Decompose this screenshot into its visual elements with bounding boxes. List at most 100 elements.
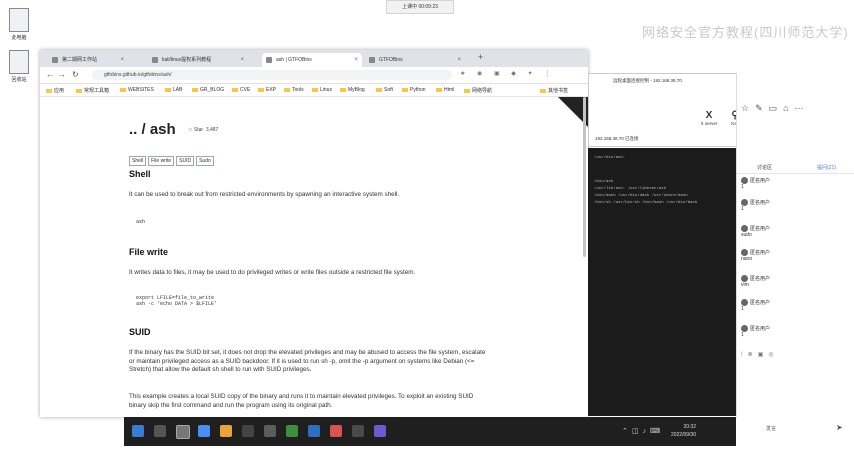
meeting-status[interactable]: 上课中 00:09:23 xyxy=(386,0,454,14)
tab-0[interactable]: 第二期网工作站 × xyxy=(48,53,128,67)
bookmark[interactable]: MyBlog xyxy=(340,87,365,93)
avatar xyxy=(741,177,748,185)
tab-1[interactable]: kali/linux提权系列教程 × xyxy=(148,53,248,67)
chat-message: 匿名用户 1 xyxy=(741,199,771,213)
pill-shell[interactable]: Shell xyxy=(129,156,147,166)
address-bar: ← → ↻ gtfobins.github.io/gtfobins/ash/ ★… xyxy=(40,67,588,84)
app-icon[interactable] xyxy=(286,425,298,437)
app-icon[interactable] xyxy=(352,425,364,437)
scrollbar[interactable] xyxy=(583,97,586,257)
url-field[interactable]: gtfobins.github.io/gtfobins/ash/ xyxy=(92,70,452,80)
chat-message: 匿名用户 nano xyxy=(741,249,771,263)
avatar xyxy=(741,249,748,257)
pill-file-write[interactable]: File write xyxy=(148,156,175,166)
close-icon[interactable]: × xyxy=(354,53,358,67)
section-text-suid: If the binary has the SUID bit set, it d… xyxy=(129,349,486,373)
start-icon[interactable] xyxy=(132,425,144,437)
app-icon[interactable] xyxy=(308,425,320,437)
new-tab-button[interactable]: + xyxy=(478,52,483,62)
tab-label: 第二期网工作站 xyxy=(62,57,98,63)
system-tray[interactable]: ⌃◫♪⌨ xyxy=(622,427,664,435)
search-icon[interactable] xyxy=(154,425,166,437)
desktop-icon-label: 回收站 xyxy=(11,77,27,83)
reload-icon[interactable]: ↻ xyxy=(72,70,79,79)
recycle-bin-icon xyxy=(9,50,29,74)
chat-message: 匿名用户 sudo xyxy=(741,225,771,239)
bookmark-other[interactable]: 其他书签 xyxy=(540,87,568,94)
section-text-file-write: It writes data to files, it may be used … xyxy=(129,269,416,276)
section-heading-suid: SUID xyxy=(129,327,151,337)
bookmark[interactable]: GR_BLOG xyxy=(192,87,224,93)
chat-message: 匿名用户 1 xyxy=(741,325,771,339)
bookmark[interactable]: Linux xyxy=(312,87,332,93)
bookmark[interactable]: 网络导航 xyxy=(464,87,492,94)
desktop-icon-computer[interactable]: 此电脑 xyxy=(4,8,34,41)
clock[interactable]: 20:32 2022/09/30 xyxy=(671,423,696,439)
chat-toolbar[interactable]: ☆✎▭⌂⋯ xyxy=(741,103,810,114)
terminal-line: /usr/bin/ash: xyxy=(594,156,626,160)
avatar xyxy=(741,299,748,307)
close-icon[interactable]: × xyxy=(457,53,461,67)
chat-input[interactable]: 发言 xyxy=(766,425,776,432)
avatar xyxy=(741,275,748,283)
folder-icon xyxy=(120,87,126,92)
bookmark[interactable]: EXP xyxy=(258,87,276,93)
remote-title: 远程桌面连接控制 - 192.168.38.70 xyxy=(613,78,682,83)
pill-sudo[interactable]: Sudo xyxy=(196,156,214,166)
back-icon[interactable]: ← xyxy=(46,70,54,79)
terminal-window[interactable]: /usr/bin/ash: /bin/ash /usr/lib/ash: /us… xyxy=(588,148,736,416)
bookmark[interactable]: Html xyxy=(436,87,454,93)
send-icon[interactable]: ➤ xyxy=(836,423,843,432)
folder-icon xyxy=(464,88,470,93)
chrome-icon[interactable] xyxy=(330,425,342,437)
x-icon: X xyxy=(705,110,713,121)
reaction-icons[interactable]: !⊗▣◎ xyxy=(741,351,779,358)
folder-icon xyxy=(192,87,198,92)
tab-questions[interactable]: 提问(21) xyxy=(817,164,836,171)
extension-icons[interactable]: ★ ◉ ▣ ◆ ✦ ⋮ xyxy=(460,70,555,77)
app-icon[interactable] xyxy=(264,425,276,437)
bookmark[interactable]: Soft xyxy=(376,87,393,93)
bookmark[interactable]: CVE xyxy=(232,87,250,93)
computer-icon xyxy=(9,8,29,32)
chat-message: 匿名用户 vim xyxy=(741,275,771,289)
folder-icon[interactable] xyxy=(220,425,232,437)
favicon-icon xyxy=(266,57,272,63)
chat-tabs: 讨论区 提问(21) xyxy=(737,161,854,174)
section-heading-file-write: File write xyxy=(129,247,169,257)
tab-discussion[interactable]: 讨论区 xyxy=(757,164,772,171)
page-content: .. / ash ☆ Star 3,487 Shell File write SUI… xyxy=(40,97,588,417)
terminal-line: /bin/dash /usr/bin/dash /usr/share/dash xyxy=(594,194,688,198)
bookmark-apps[interactable]: 应用 xyxy=(46,87,64,94)
folder-icon xyxy=(436,87,442,92)
avatar xyxy=(741,325,748,333)
bookmark[interactable]: Python xyxy=(402,87,426,93)
favicon-icon xyxy=(52,57,58,63)
desktop-icon-label: 此电脑 xyxy=(11,35,27,41)
forward-icon[interactable]: → xyxy=(58,70,66,79)
bookmark[interactable]: 常规工具箱 xyxy=(76,87,109,94)
tab-2[interactable]: ash | GTFOBins × xyxy=(262,53,362,67)
bookmark[interactable]: Tools xyxy=(284,87,304,93)
close-icon[interactable]: × xyxy=(120,53,124,67)
tab-3[interactable]: GTFOBins × xyxy=(365,53,465,67)
app-icon[interactable] xyxy=(374,425,386,437)
desktop-icon-recycle[interactable]: 回收站 xyxy=(4,50,34,83)
tab-label: GTFOBins xyxy=(379,57,403,63)
section-text-suid-2: This example creates a local SUID copy o… xyxy=(129,393,474,409)
star-button[interactable]: ☆ Star 3,487 xyxy=(188,127,218,133)
bookmark[interactable]: WEBSITES xyxy=(120,87,154,93)
app-icon[interactable] xyxy=(242,425,254,437)
terminal-line: /bin/ash xyxy=(594,180,614,184)
bookmark[interactable]: LAB xyxy=(165,87,182,93)
xserver-button[interactable]: XX server xyxy=(699,110,719,126)
avatar xyxy=(741,199,748,207)
code-file-write: export LFILE=file_to_write ash -c 'echo … xyxy=(136,295,218,307)
folder-icon xyxy=(76,88,82,93)
task-view-icon[interactable] xyxy=(176,425,190,439)
folder-icon xyxy=(312,87,318,92)
close-icon[interactable]: × xyxy=(240,53,244,67)
pill-suid[interactable]: SUID xyxy=(176,156,195,166)
app-icon[interactable] xyxy=(198,425,210,437)
remote-session-panel: 远程桌面连接控制 - 192.168.38.70 × XX server ⚲Ka… xyxy=(588,73,748,147)
